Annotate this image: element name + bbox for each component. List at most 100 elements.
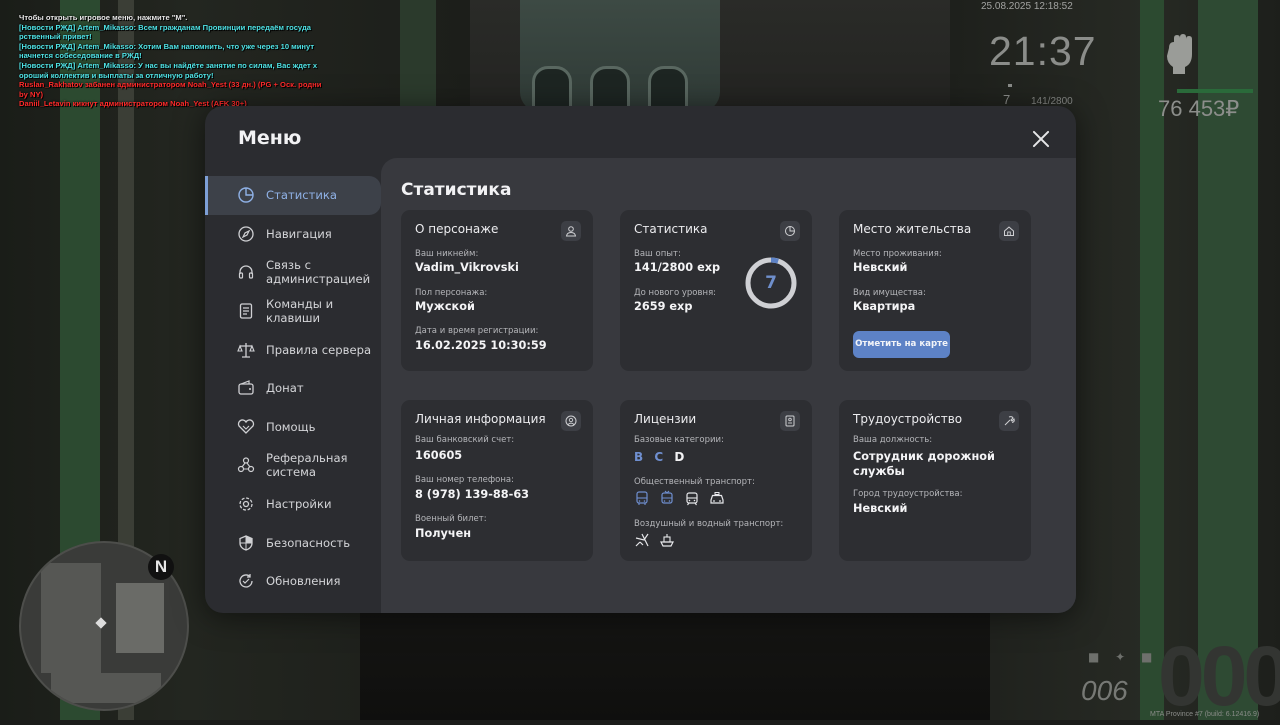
minimap-north-icon: N	[148, 554, 174, 580]
content-title: Статистика	[401, 180, 512, 200]
card-title: Личная информация	[415, 412, 546, 426]
sidebar-item-commands[interactable]: Команды и клавиши	[205, 292, 381, 331]
sidebar-item-updates[interactable]: Обновления	[205, 562, 381, 601]
sidebar-item-settings[interactable]: Настройки	[205, 485, 381, 524]
registration-value: 16.02.2025 10:30:59	[415, 339, 547, 352]
card-personal: Личная информация Ваш банковский счет: 1…	[401, 400, 593, 561]
sidebar-item-label: Обновления	[266, 574, 341, 589]
chat-line: начнется собеседование в РЖД!	[19, 51, 142, 61]
property-type-label: Вид имущества:	[853, 288, 926, 298]
card-job: Трудоустройство Ваша должность: Сотрудни…	[839, 400, 1031, 561]
document-icon	[237, 302, 255, 320]
sidebar-item-navigation[interactable]: Навигация	[205, 215, 381, 254]
nickname-value: Vadim_Vikrovski	[415, 261, 519, 274]
license-category-d: D	[674, 450, 685, 464]
sidebar-item-help[interactable]: Помощь	[205, 408, 381, 447]
sidebar-item-rules[interactable]: Правила сервера	[205, 330, 381, 369]
sidebar-item-label: Команды и клавиши	[266, 297, 334, 326]
referral-icon	[237, 456, 255, 474]
air-water-transport-icons	[634, 532, 675, 548]
job-position-label: Ваша должность:	[853, 435, 933, 445]
build-info: MTA Province #7 (build: 6.12416.9)	[1150, 711, 1260, 718]
taxi-icon	[710, 492, 724, 504]
close-icon[interactable]	[1031, 129, 1051, 149]
license-category-b: B	[634, 450, 644, 464]
chat-line: Чтобы открыть игровое меню, нажмите "M".	[19, 13, 188, 22]
bus-icon	[636, 491, 648, 505]
background-building	[520, 0, 720, 112]
tram-icon	[686, 492, 698, 506]
registration-label: Дата и время регистрации:	[415, 326, 539, 336]
headset-icon	[237, 263, 255, 281]
military-id-label: Военный билет:	[415, 514, 487, 524]
hud-money: 76 453₽	[1158, 96, 1240, 121]
sidebar-item-label: Связь с администрацией	[266, 258, 371, 287]
card-residence: Место жительства Место проживания: Невск…	[839, 210, 1031, 371]
hud-health-bar	[1177, 89, 1253, 93]
gear-icon	[237, 495, 255, 513]
sidebar-item-label: Реферальная система	[266, 451, 348, 480]
minimap-block	[116, 583, 164, 653]
game-menu: Меню Статистика Навигация Связь с админи…	[205, 106, 1076, 613]
boat-icon	[660, 534, 674, 547]
residence-place-value: Невский	[853, 261, 908, 274]
minimap-block	[51, 673, 161, 703]
user-circle-icon	[561, 411, 581, 431]
vehicle-status-icons: ■ ✦ ■	[1088, 650, 1159, 664]
wallet-icon	[237, 379, 255, 397]
next-level-value: 2659 exp	[634, 300, 693, 313]
phone-value: 8 (978) 139-88-63	[415, 488, 530, 501]
pie-chart-icon	[780, 221, 800, 241]
property-type-value: Квартира	[853, 300, 916, 313]
chat-line: ороший коллектив и выплаты за отличную р…	[19, 70, 214, 80]
refresh-icon	[237, 572, 255, 590]
job-city-label: Город трудоустройства:	[853, 489, 963, 499]
sidebar-item-security[interactable]: Безопасность	[205, 523, 381, 562]
public-transport-icons	[634, 490, 725, 506]
hud-datetime: 25.08.2025 12:18:52	[981, 1, 1073, 12]
sidebar-item-statistics[interactable]: Статистика	[205, 176, 381, 215]
bank-account-value: 160605	[415, 449, 463, 462]
sidebar-item-label: Помощь	[266, 419, 316, 434]
sidebar-item-donate[interactable]: Донат	[205, 369, 381, 408]
mark-on-map-button[interactable]: Отметить на карте	[853, 331, 950, 358]
fist-icon	[1163, 34, 1197, 74]
minimap-block	[41, 563, 101, 673]
handshake-icon	[237, 418, 255, 436]
compass-icon	[237, 225, 255, 243]
home-icon	[999, 221, 1019, 241]
card-stats: Статистика Ваш опыт: 141/2800 exp До нов…	[620, 210, 812, 371]
id-card-icon	[780, 411, 800, 431]
base-categories-label: Базовые категории:	[634, 435, 724, 445]
sidebar-item-contact-admin[interactable]: Связь с администрацией	[205, 253, 381, 292]
air-water-transport-label: Воздушный и водный транспорт:	[634, 519, 784, 529]
license-category-c: C	[654, 450, 664, 464]
exp-label: Ваш опыт:	[634, 249, 681, 259]
sidebar-item-label: Правила сервера	[266, 342, 372, 357]
content-panel: Статистика О персонаже Ваш никнейм: Vadi…	[381, 158, 1076, 613]
chat-line: [Новости РЖД] Artem_Mikasso: Всем гражда…	[19, 22, 312, 32]
level-number: 7	[765, 273, 777, 293]
military-id-value: Получен	[415, 527, 472, 540]
gender-value: Мужской	[415, 300, 475, 313]
job-position-value: Сотрудник дорожной службы	[853, 450, 995, 478]
card-title: Трудоустройство	[853, 412, 963, 426]
menu-title: Меню	[238, 127, 302, 149]
gender-label: Пол персонажа:	[415, 288, 488, 298]
tools-icon	[999, 411, 1019, 431]
background-floor	[360, 612, 990, 720]
chat-line: рственный привет!	[19, 32, 92, 42]
card-character: О персонаже Ваш никнейм: Vadim_Vikrovski…	[401, 210, 593, 371]
sidebar-item-label: Настройки	[266, 497, 332, 512]
bank-account-label: Ваш банковский счет:	[415, 435, 515, 445]
chat-line: [Новости РЖД] Artem_Mikasso: Хотим Вам н…	[19, 41, 315, 51]
job-city-value: Невский	[853, 502, 908, 515]
residence-place-label: Место проживания:	[853, 249, 942, 259]
phone-label: Ваш номер телефона:	[415, 475, 514, 485]
sidebar-item-referral[interactable]: Реферальная система	[205, 446, 381, 485]
chat-log: Чтобы открыть игровое меню, нажмите "M".…	[19, 13, 359, 109]
hud-clock: 21:37	[989, 28, 1097, 74]
public-transport-label: Общественный транспорт:	[634, 477, 755, 487]
fuel-readout: 006	[1081, 675, 1128, 706]
airplane-icon	[635, 533, 649, 547]
